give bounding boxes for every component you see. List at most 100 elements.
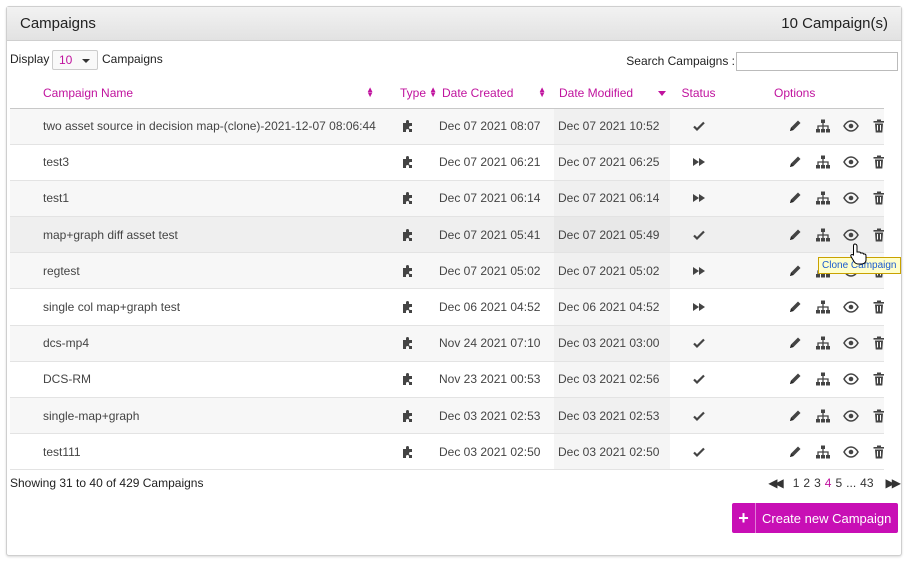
puzzle-icon xyxy=(400,118,416,134)
page-5[interactable]: 5 xyxy=(835,476,842,490)
eye-icon[interactable] xyxy=(843,190,859,206)
sitemap-icon[interactable] xyxy=(815,118,831,134)
sort-icon: ▲ ▼ xyxy=(366,85,374,99)
table-row[interactable]: test3 Dec 07 2021 06:21 Dec 07 2021 06:25 xyxy=(10,144,884,181)
trash-icon[interactable] xyxy=(871,118,884,134)
sitemap-icon[interactable] xyxy=(815,227,831,243)
eye-icon[interactable] xyxy=(843,408,859,424)
trash-icon[interactable] xyxy=(871,190,884,206)
pencil-icon[interactable] xyxy=(787,263,803,279)
column-header-type[interactable]: Type ▲ ▼ xyxy=(382,78,437,109)
table-row[interactable]: single-map+graph Dec 03 2021 02:53 Dec 03 … xyxy=(10,397,884,435)
campaign-type xyxy=(382,397,437,435)
puzzle-icon xyxy=(400,299,416,315)
campaign-name[interactable]: DCS-RM xyxy=(10,361,382,399)
pencil-icon[interactable] xyxy=(787,444,803,460)
hand-cursor-icon xyxy=(850,243,867,265)
row-options xyxy=(727,325,884,362)
page-last[interactable]: 43 xyxy=(860,476,873,490)
campaign-name[interactable]: test3 xyxy=(10,144,382,181)
campaign-status xyxy=(670,252,727,290)
page-4[interactable]: 4 xyxy=(825,476,832,490)
eye-icon[interactable] xyxy=(843,371,859,387)
date-created: Dec 03 2021 02:53 xyxy=(437,397,554,435)
campaign-type xyxy=(382,325,437,362)
puzzle-icon xyxy=(400,154,416,170)
pencil-icon[interactable] xyxy=(787,371,803,387)
trash-icon[interactable] xyxy=(871,227,884,243)
sitemap-icon[interactable] xyxy=(815,444,831,460)
check-icon xyxy=(691,408,707,424)
table-row[interactable]: test1 Dec 07 2021 06:14 Dec 07 2021 06:14 xyxy=(10,180,884,218)
table-row[interactable]: test111 Dec 03 2021 02:50 Dec 03 2021 02:5… xyxy=(10,433,884,471)
campaign-count: 10 Campaign(s) xyxy=(781,15,888,32)
sitemap-icon[interactable] xyxy=(815,299,831,315)
fast-forward-icon xyxy=(691,190,707,206)
trash-icon[interactable] xyxy=(871,335,884,351)
pencil-icon[interactable] xyxy=(787,154,803,170)
eye-icon[interactable] xyxy=(843,299,859,315)
eye-icon[interactable] xyxy=(843,118,859,134)
sitemap-icon[interactable] xyxy=(815,190,831,206)
campaign-name[interactable]: single col map+graph test xyxy=(10,288,382,326)
puzzle-icon xyxy=(400,371,416,387)
page-3[interactable]: 3 xyxy=(814,476,821,490)
campaign-type xyxy=(382,108,437,145)
table-row[interactable]: map+graph diff asset test Dec 07 2021 05:… xyxy=(10,216,884,254)
chevron-down-icon xyxy=(82,59,90,63)
display-label: Display xyxy=(10,52,50,66)
pencil-icon[interactable] xyxy=(787,190,803,206)
pencil-icon[interactable] xyxy=(787,299,803,315)
campaign-name[interactable]: dcs-mp4 xyxy=(10,325,382,362)
first-page-icon[interactable]: ◀◀ xyxy=(768,476,784,490)
trash-icon[interactable] xyxy=(871,299,884,315)
eye-icon[interactable] xyxy=(843,335,859,351)
pencil-icon[interactable] xyxy=(787,227,803,243)
column-header-options: Options xyxy=(727,78,884,109)
campaign-status xyxy=(670,144,727,181)
campaign-name[interactable]: map+graph diff asset test xyxy=(10,216,382,254)
trash-icon[interactable] xyxy=(871,444,884,460)
sitemap-icon[interactable] xyxy=(815,408,831,424)
trash-icon[interactable] xyxy=(871,154,884,170)
sitemap-icon[interactable] xyxy=(815,154,831,170)
page-1[interactable]: 1 xyxy=(793,476,800,490)
eye-icon[interactable] xyxy=(843,154,859,170)
date-created: Nov 24 2021 07:10 xyxy=(437,325,554,362)
campaign-name[interactable]: single-map+graph xyxy=(10,397,382,435)
check-icon xyxy=(691,118,707,134)
search-input[interactable] xyxy=(736,52,898,71)
table-row[interactable]: two asset source in decision map-(clone)… xyxy=(10,108,884,145)
table-row[interactable]: single col map+graph test Dec 06 2021 04:… xyxy=(10,288,884,326)
row-options xyxy=(727,288,884,326)
campaign-name[interactable]: test1 xyxy=(10,180,382,218)
row-options xyxy=(727,361,884,399)
eye-icon[interactable] xyxy=(843,227,859,243)
table-row[interactable]: DCS-RM Nov 23 2021 00:53 Dec 03 2021 02:56 xyxy=(10,361,884,399)
sitemap-icon[interactable] xyxy=(815,371,831,387)
campaigns-table: Campaign Name ▲ ▼ Type ▲ ▼ Date Created ▲ ▼ Da… xyxy=(10,78,884,471)
page-2[interactable]: 2 xyxy=(803,476,810,490)
pencil-icon[interactable] xyxy=(787,408,803,424)
campaign-name[interactable]: test111 xyxy=(10,433,382,471)
table-row[interactable]: regtest Dec 07 2021 05:02 Dec 07 2021 05:0… xyxy=(10,252,884,290)
pencil-icon[interactable] xyxy=(787,118,803,134)
row-options xyxy=(727,108,884,145)
last-page-icon[interactable]: ▶▶ xyxy=(886,476,902,490)
column-header-name[interactable]: Campaign Name ▲ ▼ xyxy=(10,78,382,109)
sitemap-icon[interactable] xyxy=(815,335,831,351)
pagination: ◀◀ 1 2 3 4 5 ... 43 ▶▶ xyxy=(768,476,902,490)
campaign-name[interactable]: two asset source in decision map-(clone)… xyxy=(10,108,382,145)
trash-icon[interactable] xyxy=(871,371,884,387)
trash-icon[interactable] xyxy=(871,408,884,424)
eye-icon[interactable] xyxy=(843,444,859,460)
table-header-row: Campaign Name ▲ ▼ Type ▲ ▼ Date Created ▲ ▼ Da… xyxy=(10,78,884,109)
table-row[interactable]: dcs-mp4 Nov 24 2021 07:10 Dec 03 2021 03:0… xyxy=(10,325,884,362)
column-header-modified[interactable]: Date Modified xyxy=(554,78,670,109)
pencil-icon[interactable] xyxy=(787,335,803,351)
sort-icon: ▲ ▼ xyxy=(429,85,437,99)
create-campaign-button[interactable]: + Create new Campaign xyxy=(732,503,898,533)
display-count-select[interactable]: 10 xyxy=(52,50,98,70)
campaign-name[interactable]: regtest xyxy=(10,252,382,290)
column-header-created[interactable]: Date Created ▲ ▼ xyxy=(437,78,554,109)
